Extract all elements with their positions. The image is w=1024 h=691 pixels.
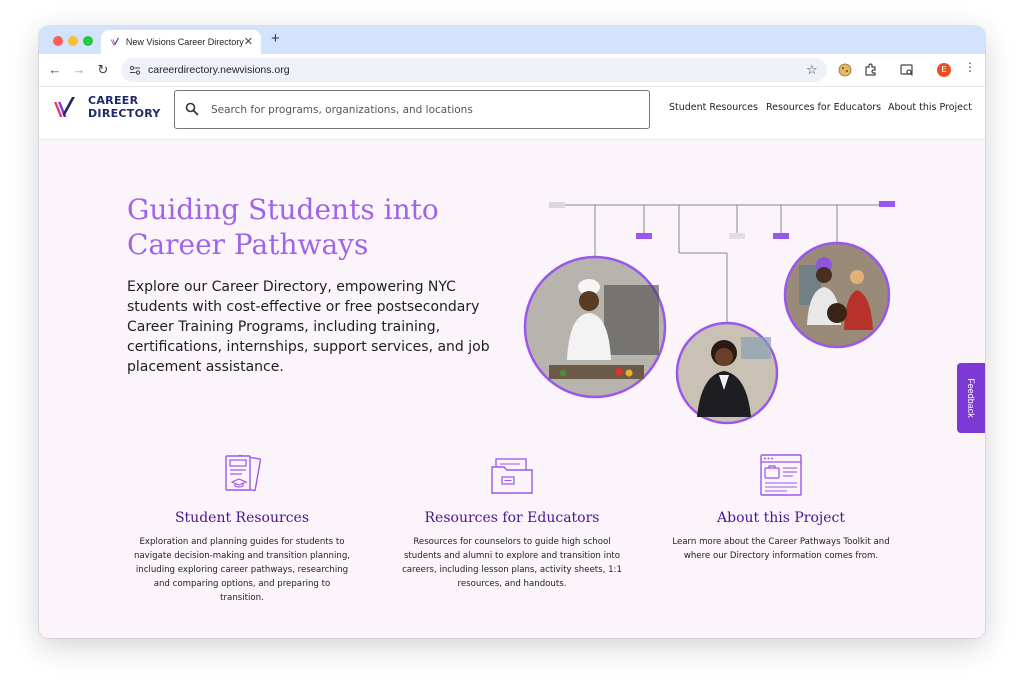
url-text: careerdirectory.newvisions.org xyxy=(148,64,290,76)
browser-toolbar: ← → ↻ careerdirectory.newvisions.org ☆ E xyxy=(39,54,985,87)
nav-resources-for-educators[interactable]: Resources for Educators xyxy=(766,102,881,113)
hero-title: Guiding Students into Career Pathways xyxy=(127,192,527,262)
card-title: Student Resources xyxy=(174,510,310,526)
deco-bar-gray xyxy=(549,202,565,208)
reload-icon[interactable]: ↻ xyxy=(95,62,111,78)
feedback-label: Feedback xyxy=(966,378,976,418)
deco-bar-purple xyxy=(879,201,895,207)
tab-close-icon[interactable]: ✕ xyxy=(244,36,253,48)
deco-bar-purple xyxy=(773,233,789,239)
nav-about-this-project[interactable]: About this Project xyxy=(888,102,972,113)
page-content: CAREER DIRECTORY Student Resources Resou… xyxy=(39,87,985,638)
site-favicon-icon xyxy=(110,37,120,46)
new-tab-icon[interactable]: + xyxy=(271,31,280,46)
maximize-window-button[interactable] xyxy=(83,36,93,46)
hero-title-line-1: Guiding Students into xyxy=(127,193,439,226)
photo-barber xyxy=(783,241,891,349)
bookmark-star-icon[interactable]: ☆ xyxy=(806,62,818,78)
browser-window: New Visions Career Directory ✕ + ← → ↻ c… xyxy=(39,26,985,638)
site-header: CAREER DIRECTORY Student Resources Resou… xyxy=(39,87,985,140)
tab-title: New Visions Career Directory xyxy=(125,37,244,47)
photo-office-worker xyxy=(675,321,779,425)
browser-menu-icon[interactable]: ⋮ xyxy=(964,61,976,73)
address-bar[interactable]: careerdirectory.newvisions.org ☆ xyxy=(121,58,827,82)
feedback-button[interactable]: Feedback xyxy=(957,363,985,433)
minimize-window-button[interactable] xyxy=(68,36,78,46)
card-about-this-project[interactable]: About this Project Learn more about the … xyxy=(671,453,891,563)
deco-bar-purple xyxy=(636,233,652,239)
logo-line-career: CAREER xyxy=(88,94,139,107)
career-directory-logo-icon[interactable] xyxy=(53,95,79,121)
card-student-resources[interactable]: Student Resources Exploration and planni… xyxy=(132,453,352,605)
logo-wordmark[interactable]: CAREER DIRECTORY xyxy=(88,94,161,120)
hero-illustration xyxy=(523,201,895,425)
logo-line-directory: DIRECTORY xyxy=(88,107,161,120)
folder-icon xyxy=(491,458,533,494)
back-arrow-icon[interactable]: ← xyxy=(47,62,63,78)
card-title: Resources for Educators xyxy=(424,510,600,526)
documents-graduation-icon xyxy=(225,454,262,492)
nav-student-resources[interactable]: Student Resources xyxy=(669,102,758,113)
card-title: About this Project xyxy=(717,510,845,526)
extension-cookie-icon[interactable] xyxy=(837,62,853,78)
search-bar xyxy=(174,90,650,129)
photo-chef xyxy=(523,255,667,399)
tab-search-icon[interactable] xyxy=(899,62,915,78)
card-description: Resources for counselors to guide high s… xyxy=(402,537,622,589)
deco-bar-gray xyxy=(729,233,745,239)
tab-strip: New Visions Career Directory ✕ + xyxy=(39,26,985,54)
close-window-button[interactable] xyxy=(53,36,63,46)
profile-avatar[interactable]: E xyxy=(937,63,951,77)
browser-briefcase-icon xyxy=(760,454,802,496)
search-icon xyxy=(185,102,199,116)
card-description: Exploration and planning guides for stud… xyxy=(133,537,351,603)
forward-arrow-icon[interactable]: → xyxy=(71,62,87,78)
search-input[interactable] xyxy=(209,98,633,122)
site-settings-icon[interactable] xyxy=(129,64,141,76)
browser-tab[interactable]: New Visions Career Directory ✕ xyxy=(101,30,261,54)
extensions-puzzle-icon[interactable] xyxy=(863,62,879,78)
hero-description: Explore our Career Directory, empowering… xyxy=(127,279,490,375)
card-description: Learn more about the Career Pathways Too… xyxy=(672,537,890,561)
card-resources-for-educators[interactable]: Resources for Educators Resources for co… xyxy=(402,453,622,591)
hero-title-line-2: Career Pathways xyxy=(127,228,369,261)
